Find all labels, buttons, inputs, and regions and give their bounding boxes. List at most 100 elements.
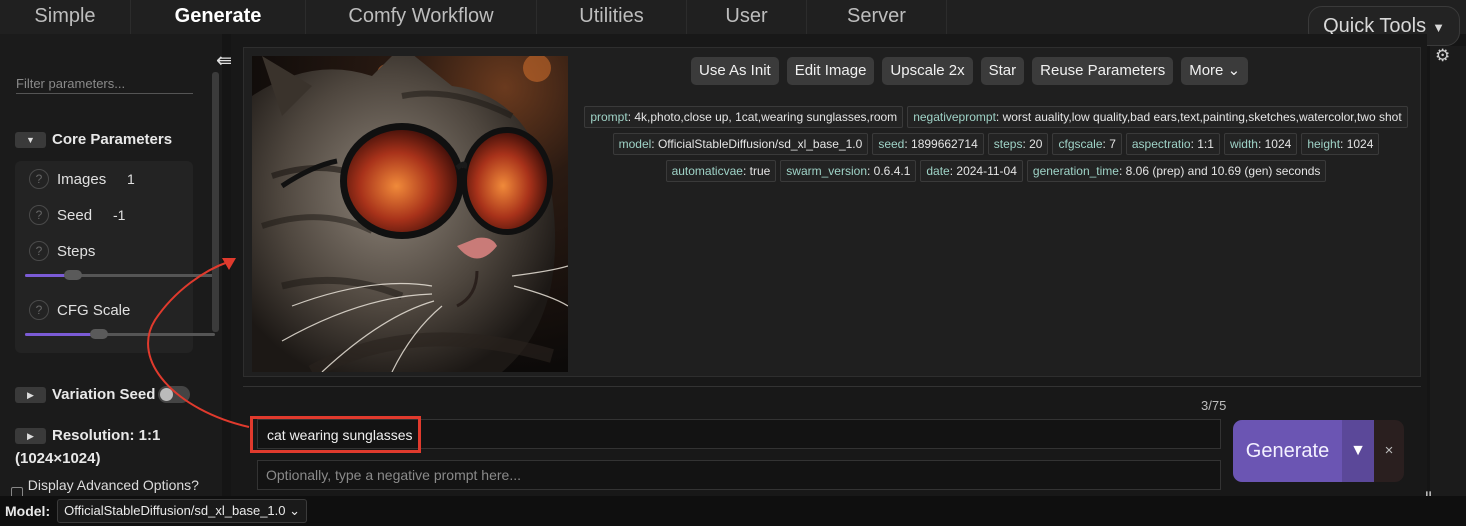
metadata-row-1: prompt: 4k,photo,close up, 1cat,wearing … [578,106,1414,128]
param-seed-label: Seed [57,206,93,224]
meta-value: 7 [1109,137,1116,151]
param-steps: ? Steps [29,241,95,261]
meta-value: worst auality,low quality,bad ears,text,… [1002,110,1402,124]
resolution-header[interactable]: ▶ Resolution: 1:1 [15,427,160,444]
help-icon[interactable]: ? [29,300,49,320]
variation-seed-header[interactable]: ▶ Variation Seed [15,386,191,403]
meta-value: true [749,164,771,178]
meta-steps[interactable]: steps: 20 [987,133,1049,155]
parameter-sidebar: ▼ Core Parameters ? Images 1 ? Seed -1 ?… [0,34,222,509]
chevron-down-icon: ⌄ [1227,62,1241,79]
meta-height[interactable]: height: 1024 [1301,133,1380,155]
close-icon[interactable]: × [1374,420,1404,482]
meta-key: prompt [590,110,628,124]
expand-toggle-icon[interactable]: ▶ [15,386,46,403]
metadata-row-3: automaticvae: true swarm_version: 0.6.4.… [578,160,1414,182]
gear-icon[interactable]: ⚙ [1435,46,1450,66]
meta-value: OfficialStableDiffusion/sd_xl_base_1.0 [657,137,863,151]
meta-value: 1:1 [1197,137,1214,151]
resolution-detail: (1024×1024) [15,450,101,467]
steps-slider[interactable] [25,270,215,280]
param-seed: ? Seed -1 [29,205,125,225]
steps-slider-knob[interactable] [63,270,82,280]
bottom-bar: Model: OfficialStableDiffusion/sd_xl_bas… [0,496,1466,526]
meta-negativeprompt[interactable]: negativeprompt: worst auality,low qualit… [907,106,1408,128]
cfg-slider-fill [25,333,100,336]
metadata-row-2: model: OfficialStableDiffusion/sd_xl_bas… [578,133,1414,155]
use-as-init-button[interactable]: Use As Init [691,57,779,85]
caret-down-icon: ▼ [1432,20,1445,35]
tab-comfy-workflow[interactable]: Comfy Workflow [306,0,537,34]
meta-value: 8.06 (prep) and 10.69 (gen) seconds [1125,164,1321,178]
main-area: Use As Init Edit Image Upscale 2x Star R… [231,34,1427,496]
meta-key: model [618,137,652,151]
meta-aspectratio[interactable]: aspectratio: 1:1 [1125,133,1220,155]
divider [243,386,1421,387]
core-parameters-header[interactable]: ▼ Core Parameters [15,131,172,148]
generate-button[interactable]: Generate [1233,420,1342,482]
chevron-down-icon: ⌄ [289,503,301,518]
generated-image[interactable] [252,56,568,372]
param-seed-value[interactable]: -1 [113,207,125,223]
filter-parameters-input[interactable] [16,74,193,94]
meta-key: generation_time [1032,164,1119,178]
tab-server[interactable]: Server [807,0,947,34]
meta-value: 1899662714 [911,137,978,151]
highlight-box [250,416,421,453]
meta-key: negativeprompt [913,110,996,124]
variation-seed-toggle[interactable] [158,386,191,403]
param-cfg-scale: ? CFG Scale [29,300,130,320]
image-actions: Use As Init Edit Image Upscale 2x Star R… [691,57,1249,85]
meta-key: swarm_version [786,164,867,178]
resolution-title: Resolution: 1:1 [52,427,161,444]
help-icon[interactable]: ? [29,241,49,261]
param-images-label: Images [57,170,107,188]
meta-cfgscale[interactable]: cfgscale: 7 [1052,133,1122,155]
upscale-2x-button[interactable]: Upscale 2x [882,57,973,85]
meta-swarm-version[interactable]: swarm_version: 0.6.4.1 [780,160,917,182]
param-images-value[interactable]: 1 [127,171,135,187]
expand-toggle-icon[interactable]: ▶ [15,427,46,444]
meta-key: aspectratio [1131,137,1191,151]
model-label: Model: [5,503,51,519]
collapse-toggle-icon[interactable]: ▼ [15,131,46,148]
param-steps-label: Steps [57,242,96,260]
model-value: OfficialStableDiffusion/sd_xl_base_1.0 [64,503,286,518]
meta-value: 1024 [1264,137,1292,151]
help-icon[interactable]: ? [29,205,49,225]
reuse-parameters-button[interactable]: Reuse Parameters [1032,57,1174,85]
meta-key: cfgscale [1058,137,1103,151]
meta-key: date [926,164,950,178]
meta-date[interactable]: date: 2024-11-04 [920,160,1023,182]
variation-seed-title: Variation Seed [52,386,156,403]
sidebar-scrollbar[interactable] [212,72,219,332]
token-counter: 3/75 [1201,398,1227,413]
meta-model[interactable]: model: OfficialStableDiffusion/sd_xl_bas… [612,133,869,155]
tab-user[interactable]: User [687,0,807,34]
param-cfg-label: CFG Scale [57,301,131,319]
core-parameters-title: Core Parameters [52,131,173,148]
star-button[interactable]: Star [980,57,1025,85]
meta-value: 2024-11-04 [956,164,1017,178]
meta-width[interactable]: width: 1024 [1223,133,1298,155]
meta-key: steps [993,137,1023,151]
negative-prompt-input[interactable]: Optionally, type a negative prompt here.… [257,460,1221,490]
help-icon[interactable]: ? [29,169,49,189]
tab-utilities[interactable]: Utilities [537,0,687,34]
cfg-slider-knob[interactable] [90,329,109,339]
tab-simple[interactable]: Simple [0,0,131,34]
edit-image-button[interactable]: Edit Image [786,57,875,85]
more-label: More [1189,62,1224,79]
chevron-down-icon[interactable]: ▼ [1342,420,1374,482]
meta-prompt[interactable]: prompt: 4k,photo,close up, 1cat,wearing … [584,106,904,128]
tab-generate[interactable]: Generate [131,0,306,34]
meta-generation-time[interactable]: generation_time: 8.06 (prep) and 10.69 (… [1026,160,1327,182]
meta-seed[interactable]: seed: 1899662714 [872,133,984,155]
current-image-panel: Use As Init Edit Image Upscale 2x Star R… [243,47,1421,377]
top-nav: Simple Generate Comfy Workflow Utilities… [0,0,1466,34]
meta-key: height [1307,137,1341,151]
model-select[interactable]: OfficialStableDiffusion/sd_xl_base_1.0 ⌄ [57,499,308,523]
cfg-slider[interactable] [25,329,215,339]
more-button[interactable]: More ⌄ [1181,57,1249,85]
meta-automaticvae[interactable]: automaticvae: true [665,160,777,182]
